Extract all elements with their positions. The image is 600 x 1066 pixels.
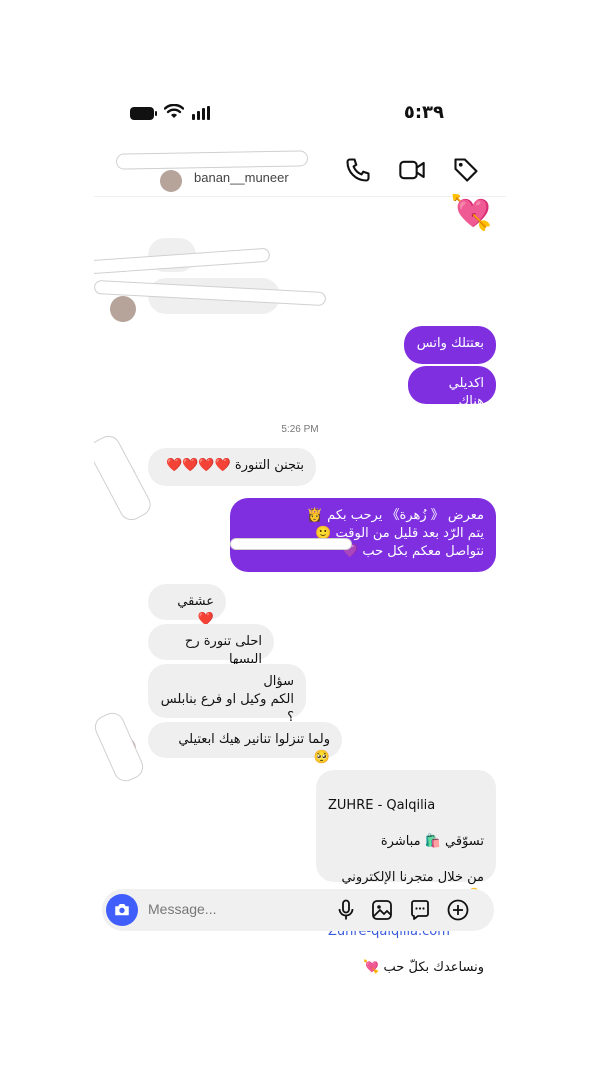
redaction-scribble xyxy=(115,150,309,170)
chat-screen: ٥:٣٩ banan__muneer 💘 بعتتلك واتس اكديلي … xyxy=(94,86,506,974)
camera-button[interactable] xyxy=(106,894,138,926)
mic-icon[interactable] xyxy=(334,898,358,922)
video-icon[interactable] xyxy=(398,156,426,184)
timestamp: 5:26 PM xyxy=(281,424,319,435)
avatar[interactable] xyxy=(160,170,182,192)
message-bubble-incoming[interactable]: عشقي ❤️ xyxy=(148,584,226,627)
redaction-scribble xyxy=(230,538,352,550)
message-bubble-incoming[interactable]: سؤال الكم وكيل او فرع بنابلس ؟ xyxy=(148,664,306,725)
message-bubble-incoming[interactable]: احلى تنورة رح البسها xyxy=(148,624,274,667)
tag-icon[interactable] xyxy=(452,156,480,184)
plus-icon[interactable] xyxy=(446,898,470,922)
promo-title: ZUHRE - Qalqilia xyxy=(328,798,436,813)
gallery-icon[interactable] xyxy=(370,898,394,922)
message-bubble-outgoing[interactable]: اكديلي هناك xyxy=(408,366,496,409)
promo-line: تسوّقي 🛍️ مباشرة xyxy=(380,834,484,849)
message-bubble-incoming[interactable]: بتجنن التنورة ❤️❤️❤️❤️ xyxy=(148,448,316,486)
message-composer: Message... xyxy=(102,889,494,931)
message-bubble-outgoing[interactable]: بعتتلك واتس xyxy=(404,326,496,364)
contact-username[interactable]: banan__muneer xyxy=(194,170,289,185)
message-input[interactable]: Message... xyxy=(148,901,216,917)
status-bar: ٥:٣٩ xyxy=(94,86,506,142)
battery-icon xyxy=(130,107,157,120)
promo-line: ونساعدك بكلّ حب 💘 xyxy=(363,960,484,974)
camera-icon xyxy=(115,904,129,916)
message-bubble-incoming[interactable]: ولما تنزلوا تنانير هيك ابعتيلي 🥺 xyxy=(148,722,342,765)
heart-sticker: 💘 xyxy=(450,193,493,233)
avatar[interactable] xyxy=(110,296,136,322)
message-list[interactable]: 💘 بعتتلك واتس اكديلي هناك 5:26 PM بتجنن … xyxy=(94,193,506,974)
redaction-scribble xyxy=(94,708,147,786)
phone-icon[interactable] xyxy=(344,156,372,184)
sticker-icon[interactable] xyxy=(408,898,432,922)
signal-icon xyxy=(192,106,214,120)
message-bubble-incoming[interactable]: ZUHRE - Qalqilia تسوّقي 🛍️ مباشرة من خلا… xyxy=(316,770,496,974)
wifi-icon xyxy=(164,104,184,118)
message-bubble-outgoing[interactable]: معرض 《 زُهرة》 يرحب بكم 👸 يتم الرّد بعد ق… xyxy=(230,498,496,572)
redaction-scribble xyxy=(94,431,155,525)
chat-header: banan__muneer xyxy=(94,144,506,197)
status-time: ٥:٣٩ xyxy=(403,102,444,123)
